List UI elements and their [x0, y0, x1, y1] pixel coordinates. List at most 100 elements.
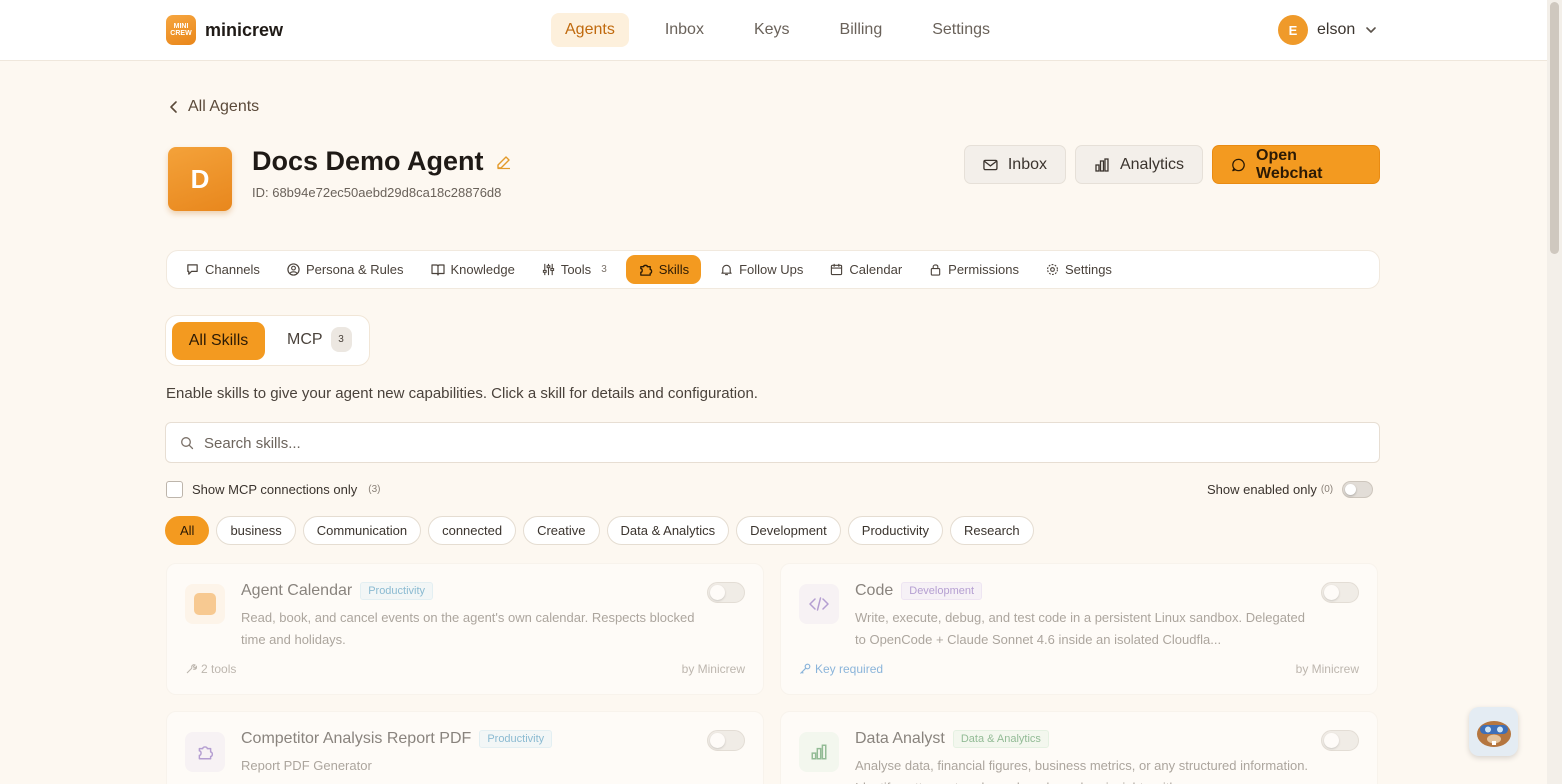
skill-enable-toggle[interactable] — [707, 730, 745, 751]
category-chip-creative[interactable]: Creative — [523, 516, 600, 545]
back-link-label: All Agents — [188, 98, 260, 115]
skill-category-tag: Data & Analytics — [952, 730, 1049, 748]
tab-settings[interactable]: Settings — [1038, 256, 1120, 283]
skill-author: by Minicrew — [1295, 662, 1359, 676]
category-chip-productivity[interactable]: Productivity — [847, 516, 943, 545]
inbox-button[interactable]: Inbox — [964, 145, 1066, 184]
agent-id: ID: 68b94e72ec50aebd29d8ca18c28876d8 — [252, 185, 502, 200]
skill-name: Data Analyst — [855, 730, 945, 747]
nav-inbox[interactable]: Inbox — [651, 13, 718, 47]
tab-persona-rules[interactable]: Persona & Rules — [279, 256, 412, 283]
tab-skills[interactable]: Skills — [625, 255, 702, 284]
search-input[interactable] — [204, 432, 1304, 454]
user-menu[interactable]: E elson — [1278, 15, 1378, 45]
skill-card-code[interactable]: Code Development Write, execute, debug, … — [780, 563, 1378, 695]
category-chip-research[interactable]: Research — [949, 516, 1034, 545]
category-chip-data-analytics[interactable]: Data & Analytics — [606, 516, 730, 545]
scrollbar-thumb[interactable] — [1550, 2, 1559, 254]
enabled-only-filter: Show enabled only (0) — [1207, 481, 1374, 498]
skill-card-data-analyst[interactable]: Data Analyst Data & Analytics Analyse da… — [780, 711, 1378, 784]
agent-avatar: D — [168, 147, 232, 211]
tab-channels[interactable]: Channels — [178, 256, 268, 283]
mail-icon — [983, 159, 998, 170]
category-chip-all[interactable]: All — [165, 516, 210, 545]
category-chip-connected[interactable]: connected — [428, 516, 517, 545]
minicrew-logo-icon — [185, 584, 225, 624]
skill-name: Agent Calendar — [241, 582, 353, 599]
skill-description: Read, book, and cancel events on the age… — [241, 610, 695, 647]
all-skills-segment[interactable]: All Skills — [172, 322, 265, 360]
category-chip-communication[interactable]: Communication — [302, 516, 422, 545]
wrench-icon — [186, 664, 197, 674]
brand-logo[interactable]: MINI CREW minicrew — [166, 15, 283, 45]
tab-permissions[interactable]: Permissions — [921, 256, 1027, 283]
agent-tabs: Channels Persona & Rules Knowledge Tools… — [166, 250, 1380, 289]
lock-icon — [930, 264, 941, 276]
open-webchat-button[interactable]: Open Webchat — [1212, 145, 1380, 184]
key-required-label: Key required — [799, 662, 883, 676]
search-icon — [181, 437, 194, 450]
avatar: E — [1278, 15, 1308, 45]
category-chip-development[interactable]: Development — [736, 516, 841, 545]
skill-enable-toggle[interactable] — [1321, 582, 1359, 603]
skill-enable-toggle[interactable] — [707, 582, 745, 603]
tools-count: 3 — [601, 264, 607, 275]
tab-follow-ups[interactable]: Follow Ups — [712, 256, 811, 283]
code-icon — [799, 584, 839, 624]
skill-name: Competitor Analysis Report PDF — [241, 730, 472, 747]
top-navigation-bar: MINI CREW minicrew Agents Inbox Keys Bil… — [0, 0, 1547, 61]
assistant-mascot-button[interactable] — [1469, 707, 1518, 756]
agent-title: Docs Demo Agent — [252, 146, 512, 177]
skill-card-competitor-analysis[interactable]: Competitor Analysis Report PDF Productiv… — [166, 711, 764, 784]
tools-count-label: 2 tools — [185, 662, 236, 676]
skill-enable-toggle[interactable] — [1321, 730, 1359, 751]
sliders-icon — [542, 263, 554, 276]
mcp-only-checkbox[interactable] — [166, 481, 183, 498]
tab-tools[interactable]: Tools 3 — [534, 256, 615, 283]
skills-segment-control: All Skills MCP 3 — [165, 315, 370, 366]
nav-agents[interactable]: Agents — [551, 13, 629, 47]
mcp-segment[interactable]: MCP 3 — [287, 327, 352, 352]
edit-icon[interactable] — [496, 154, 512, 170]
agent-name: Docs Demo Agent — [252, 146, 484, 176]
chat-icon — [187, 264, 198, 275]
minicrew-logo-icon: MINI CREW — [166, 15, 196, 45]
bell-icon — [721, 264, 732, 276]
skill-category-tag: Productivity — [360, 582, 434, 600]
user-circle-icon — [287, 263, 300, 276]
skill-name: Code — [855, 582, 894, 599]
analytics-button[interactable]: Analytics — [1075, 145, 1203, 184]
bar-chart-icon — [799, 732, 839, 772]
chevron-down-icon — [1366, 27, 1377, 33]
skill-description: Write, execute, debug, and test code in … — [855, 610, 1305, 647]
key-icon — [800, 663, 811, 674]
skill-author: by Minicrew — [681, 662, 745, 676]
back-link[interactable]: All Agents — [168, 98, 259, 116]
category-chip-business[interactable]: business — [216, 516, 296, 545]
tab-knowledge[interactable]: Knowledge — [423, 256, 523, 283]
skill-card-agent-calendar[interactable]: Agent Calendar Productivity Read, book, … — [166, 563, 764, 695]
beaver-mascot-icon — [1476, 720, 1511, 747]
skills-search-box — [165, 422, 1380, 463]
nav-keys[interactable]: Keys — [740, 13, 804, 47]
bar-chart-icon — [1095, 157, 1109, 172]
nav-settings[interactable]: Settings — [918, 13, 1004, 47]
puzzle-icon — [185, 732, 225, 772]
skill-category-tag: Development — [901, 582, 983, 600]
skill-description: Report PDF Generator — [241, 758, 372, 773]
mcp-only-filter[interactable]: Show MCP connections only (3) — [166, 481, 380, 498]
enabled-only-toggle[interactable] — [1342, 481, 1374, 498]
nav-billing[interactable]: Billing — [826, 13, 897, 47]
brand-name: minicrew — [205, 19, 284, 40]
main-nav: Agents Inbox Keys Billing Settings — [551, 13, 1026, 47]
calendar-icon — [831, 263, 843, 276]
skill-category-tag: Productivity — [479, 730, 553, 748]
gear-icon — [1046, 264, 1058, 275]
chevron-left-icon — [170, 101, 177, 113]
category-filters: All business Communication connected Cre… — [165, 516, 1034, 545]
mcp-count-badge: 3 — [330, 327, 352, 352]
book-icon — [430, 264, 445, 276]
intro-text: Enable skills to give your agent new cap… — [166, 385, 758, 402]
chat-bubble-icon — [1232, 158, 1245, 171]
tab-calendar[interactable]: Calendar — [822, 256, 910, 283]
